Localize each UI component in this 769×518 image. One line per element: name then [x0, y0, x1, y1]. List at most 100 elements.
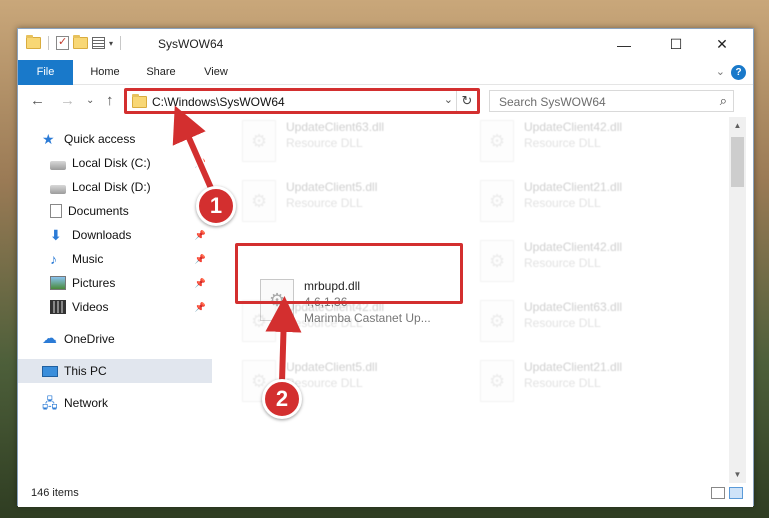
help-icon[interactable]: ? [731, 65, 746, 80]
search-icon[interactable]: ⌕ [720, 93, 727, 109]
toolbar-divider [48, 36, 49, 50]
search-box[interactable]: Search SysWOW64 ⌕ [489, 90, 734, 112]
sidebar-item-label: Documents [68, 204, 129, 218]
file-name: UpdateClient21.dll [524, 180, 623, 194]
disk-icon [50, 184, 66, 194]
sidebar-item-label: Local Disk (C:) [72, 156, 151, 170]
item-count: 146 items [31, 487, 79, 499]
file-tile[interactable]: UpdateClient42.dll Resource DLL [476, 237, 696, 287]
pin-icon[interactable]: 📌 [195, 158, 206, 169]
file-name: UpdateClient5.dll [286, 180, 378, 194]
recent-locations-button[interactable]: ⌄ [86, 95, 94, 106]
file-name: UpdateClient42.dll [524, 120, 623, 134]
quick-access-toolbar: ▾ [26, 35, 124, 50]
file-tile[interactable]: UpdateClient63.dll Resource DLL [238, 117, 458, 167]
sidebar-item-quick-access[interactable]: ★ Quick access [18, 127, 212, 151]
file-tile[interactable]: UpdateClient21.dll Resource DLL [476, 357, 696, 407]
download-icon: ⬇ [50, 227, 62, 243]
pictures-icon [50, 276, 66, 290]
sidebar-item-label: This PC [64, 364, 107, 378]
pin-icon[interactable]: 📌 [195, 230, 206, 241]
callout-1: 1 [196, 186, 236, 226]
customize-toolbar-icon[interactable]: ▾ [109, 39, 113, 48]
tab-home[interactable]: Home [80, 60, 130, 85]
navigation-pane: ★ Quick access Local Disk (C:) 📌 Local D… [18, 117, 212, 483]
sidebar-item-local-disk-c[interactable]: Local Disk (C:) 📌 [18, 151, 212, 175]
scrollbar-thumb[interactable] [731, 137, 744, 187]
window-title: SysWOW64 [158, 37, 224, 51]
file-name: UpdateClient21.dll [524, 360, 623, 374]
sidebar-item-pictures[interactable]: Pictures 📌 [18, 271, 212, 295]
search-input[interactable]: Search SysWOW64 [499, 95, 606, 109]
view-options-icon[interactable] [92, 37, 105, 49]
file-tile[interactable]: UpdateClient5.dll Resource DLL [238, 177, 458, 227]
file-type: Resource DLL [286, 196, 363, 210]
tab-view[interactable]: View [194, 60, 238, 85]
new-folder-icon[interactable] [73, 35, 88, 49]
computer-icon [42, 365, 58, 377]
file-type: Resource DLL [524, 376, 601, 390]
sidebar-item-downloads[interactable]: ⬇ Downloads 📌 [18, 223, 212, 247]
scroll-up-icon[interactable]: ▲ [729, 117, 746, 134]
file-tile[interactable]: UpdateClient42.dll Resource DLL [476, 117, 696, 167]
details-view-icon[interactable] [711, 487, 725, 499]
vertical-scrollbar[interactable]: ▲ ▼ [729, 117, 746, 483]
sidebar-item-music[interactable]: ♪ Music 📌 [18, 247, 212, 271]
dll-file-icon [480, 300, 514, 342]
pin-icon[interactable]: 📌 [195, 254, 206, 265]
sidebar-item-label: Quick access [64, 132, 136, 146]
disk-icon [50, 160, 66, 170]
sidebar-item-label: Downloads [72, 228, 132, 242]
ribbon-expand-icon[interactable]: ⌄ [716, 65, 725, 78]
sidebar-item-onedrive[interactable]: ☁ OneDrive [18, 327, 212, 351]
maximize-button[interactable]: ☐ [653, 29, 699, 60]
back-button[interactable]: ← [30, 92, 45, 109]
file-name: UpdateClient42.dll [524, 240, 623, 254]
sidebar-item-network[interactable]: 🖧 Network [18, 391, 212, 415]
pin-icon[interactable]: 📌 [195, 302, 206, 313]
dll-file-icon [480, 180, 514, 222]
dll-file-icon [242, 120, 276, 162]
file-tile[interactable]: UpdateClient42.dll Resource DLL [238, 297, 458, 347]
videos-icon [50, 300, 66, 314]
cloud-icon: ☁ [42, 330, 57, 347]
tab-file[interactable]: File [18, 60, 73, 85]
forward-button[interactable]: → [60, 92, 75, 109]
tab-share[interactable]: Share [136, 60, 186, 85]
properties-icon[interactable] [56, 35, 69, 50]
music-icon: ♪ [50, 251, 57, 267]
minimize-button[interactable]: — [601, 29, 647, 60]
sidebar-item-label: Pictures [72, 276, 116, 290]
file-type: Resource DLL [286, 136, 363, 150]
file-name: UpdateClient63.dll [524, 300, 623, 314]
ribbon: File Home Share View ⌄ ? [18, 60, 753, 85]
up-button[interactable]: ↑ [106, 92, 114, 109]
navigation-bar: ← → ⌄ ↑ C:\Windows\SysWOW64 ⌄ ↻ Search S… [18, 86, 753, 116]
close-button[interactable]: ✕ [699, 29, 745, 60]
sidebar-item-this-pc[interactable]: This PC [18, 359, 212, 383]
sidebar-item-label: Local Disk (D:) [72, 180, 151, 194]
scroll-down-icon[interactable]: ▼ [729, 466, 746, 483]
sidebar-item-label: Network [64, 396, 109, 410]
toolbar-divider [120, 36, 122, 50]
sidebar-item-videos[interactable]: Videos 📌 [18, 295, 212, 319]
documents-icon [50, 204, 62, 218]
pin-icon[interactable]: 📌 [195, 278, 206, 289]
address-highlight-box [124, 88, 480, 114]
file-tile[interactable]: UpdateClient63.dll Resource DLL [476, 297, 696, 347]
file-type: Resource DLL [524, 136, 601, 150]
file-highlight-box [235, 243, 463, 304]
file-tile[interactable]: UpdateClient21.dll Resource DLL [476, 177, 696, 227]
network-icon: 🖧 [42, 395, 58, 411]
large-icons-view-icon[interactable] [729, 487, 743, 499]
sidebar-item-label: OneDrive [64, 332, 115, 346]
dll-file-icon [480, 120, 514, 162]
star-icon: ★ [42, 131, 55, 147]
sidebar-item-label: Music [72, 252, 104, 266]
callout-2: 2 [262, 379, 302, 419]
dll-file-icon [242, 300, 276, 342]
sidebar-item-local-disk-d[interactable]: Local Disk (D:) [18, 175, 212, 199]
dll-file-icon [242, 180, 276, 222]
sidebar-item-documents[interactable]: Documents [18, 199, 212, 223]
file-name: UpdateClient5.dll [286, 360, 378, 374]
